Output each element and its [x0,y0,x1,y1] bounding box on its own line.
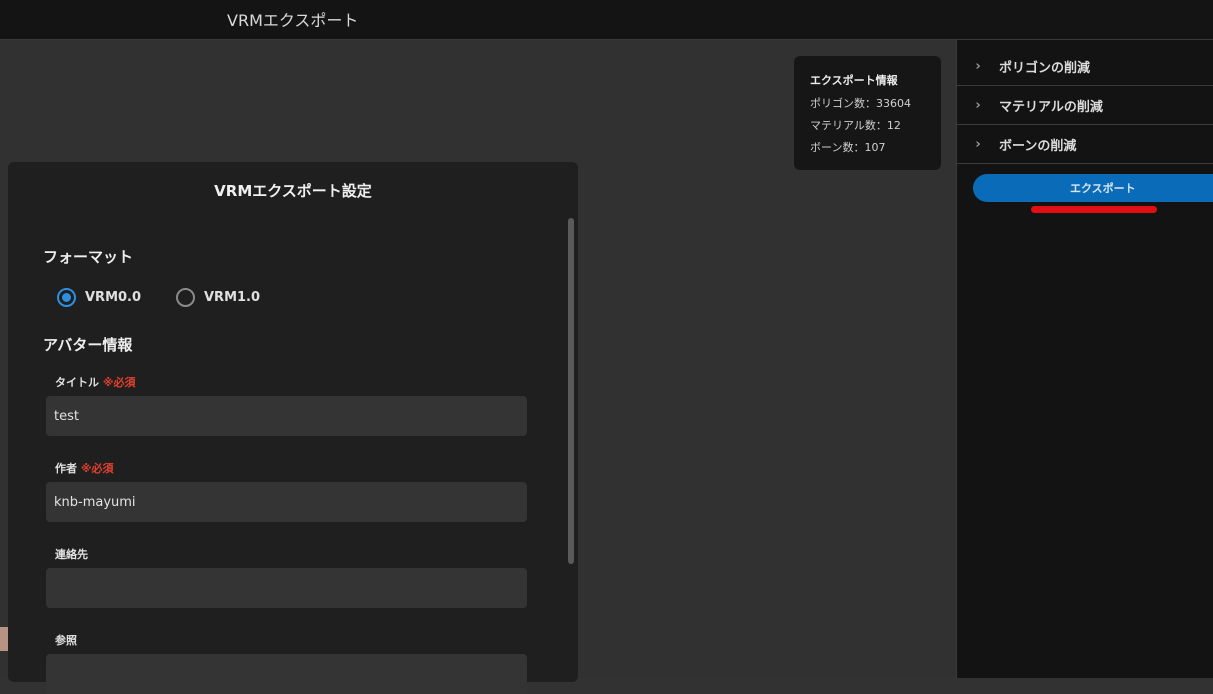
dialog-title: VRMエクスポート設定 [214,182,372,200]
required-marker: ※必須 [102,376,136,389]
model-fragment [0,627,8,651]
accordion-label: ボーンの削減 [999,138,1077,154]
chevron-right-icon: › [975,58,981,74]
author-field-label: 作者 ※必須 [55,460,114,476]
reference-input[interactable] [46,654,527,694]
radio-selected-icon[interactable] [57,288,76,307]
accordion-label: マテリアルの削減 [999,99,1103,115]
red-annotation-underline [1031,206,1157,213]
title-input[interactable] [46,396,527,436]
title-bar: VRMエクスポート [0,0,1213,40]
author-label-text: 作者 [55,462,77,475]
format-option-vrm1[interactable]: VRM1.0 [176,288,260,307]
contact-field-label: 連絡先 [55,548,88,561]
export-info-heading: エクスポート情報 [810,74,898,87]
polygon-count: ポリゴン数：33604 [810,97,911,110]
export-settings-dialog: VRMエクスポート設定 フォーマット VRM0.0 VRM1.0 アバター情報 … [8,162,578,694]
accordion-bone-reduction[interactable]: › ボーンの削減 [957,125,1213,164]
avatar-info-heading: アバター情報 [43,336,133,354]
bone-count: ボーン数：107 [810,141,886,154]
app-title: VRMエクスポート [227,11,359,30]
chevron-right-icon: › [975,136,981,152]
contact-input[interactable] [46,568,527,608]
accordion-material-reduction[interactable]: › マテリアルの削減 [957,86,1213,125]
right-sidebar: › ポリゴンの削減 › マテリアルの削減 › ボーンの削減 エクスポート [956,40,1213,678]
required-marker: ※必須 [80,462,114,475]
accordion-polygon-reduction[interactable]: › ポリゴンの削減 [957,47,1213,86]
chevron-right-icon: › [975,97,981,113]
material-count: マテリアル数：12 [810,119,901,132]
format-option-label: VRM1.0 [204,290,261,305]
title-field-label: タイトル ※必須 [55,374,136,390]
format-option-vrm0[interactable]: VRM0.0 [57,288,141,307]
title-label-text: タイトル [55,376,99,389]
export-info-box: エクスポート情報 ポリゴン数：33604 マテリアル数：12 ボーン数：107 [794,56,941,170]
format-option-label: VRM0.0 [85,290,142,305]
export-button[interactable]: エクスポート [973,174,1213,202]
dialog-scrollbar[interactable] [568,218,574,564]
format-heading: フォーマット [43,248,134,266]
reference-field-label: 参照 [55,634,77,647]
author-input[interactable] [46,482,527,522]
accordion-label: ポリゴンの削減 [999,60,1091,76]
radio-unselected-icon[interactable] [176,288,195,307]
